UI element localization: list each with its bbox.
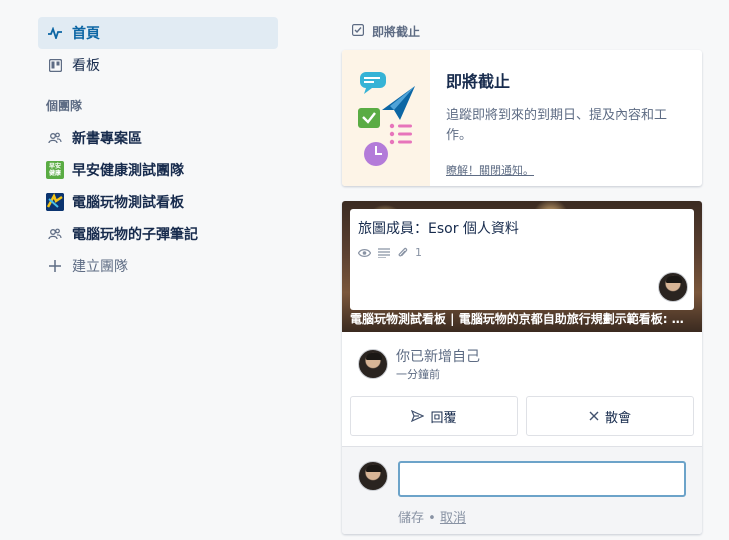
team-label: 新書專案區 [72, 131, 142, 147]
send-icon [411, 410, 425, 422]
board-icon [47, 57, 63, 73]
eye-icon [358, 248, 371, 258]
upcoming-illustration [342, 50, 430, 186]
nav-boards[interactable]: 看板 [38, 49, 278, 81]
cancel-comment-button[interactable]: 取消 [440, 511, 466, 526]
team-label: 早安健康測試團隊 [72, 163, 184, 179]
teams-section-title: 個團隊 [46, 99, 83, 113]
create-team-button[interactable]: 建立團隊 [38, 250, 278, 282]
board-path-link[interactable]: 電腦玩物測試看板 | 電腦玩物的京都自助旅行規劃示範看板: 旅... [350, 310, 694, 327]
avatar[interactable] [658, 272, 688, 302]
activity-time: 一分鐘前 [396, 368, 440, 381]
pc-logo-icon [46, 193, 64, 211]
team-item-new-book[interactable]: 新書專案區 [38, 122, 278, 154]
team-item-bullet-journal[interactable]: 電腦玩物的子彈筆記 [38, 218, 278, 250]
separator: • [428, 511, 436, 526]
upcoming-card: 即將截止 追蹤即將到來的到期日、提及內容和工作。 瞭解！關閉通知。 [342, 50, 702, 186]
nav-home[interactable]: 首頁 [38, 17, 278, 49]
nav-home-label: 首頁 [72, 26, 100, 42]
nav-boards-label: 看板 [72, 58, 100, 74]
health-logo-icon: 早安 健康 [46, 161, 64, 179]
team-item-pc-test[interactable]: 電腦玩物測試看板 [38, 186, 278, 218]
sidebar: 首頁 看板 個團隊 新書專案區 早安 健康 早安健康測試團隊 電腦玩物測試看板 電… [38, 17, 278, 282]
avatar[interactable] [358, 461, 388, 491]
avatar[interactable] [358, 349, 388, 379]
create-team-label: 建立團隊 [72, 259, 128, 275]
activity-card: 旅圖成員：Esor 個人資料 1 電腦玩物測試看板 | 電腦玩物的京都自助旅行規… [342, 201, 702, 534]
home-feed: 即將截止 即將截止 追蹤即將到來的到期日、提及內容和工作。 瞭解！關閉通知。 旅… [342, 17, 702, 534]
activity-text: 你已新增自己 [396, 349, 480, 365]
upcoming-section-header: 即將截止 [352, 17, 702, 45]
save-comment-button[interactable]: 儲存 [398, 511, 424, 526]
mini-card-title: 旅圖成員：Esor 個人資料 [358, 221, 519, 237]
dismiss-label: 散會 [604, 410, 631, 426]
upcoming-title: 即將截止 [446, 72, 511, 91]
plus-icon [46, 257, 64, 275]
comment-input[interactable] [398, 461, 686, 497]
team-label: 電腦玩物測試看板 [72, 195, 184, 211]
description-icon [378, 247, 390, 258]
board-cover-image[interactable]: 旅圖成員：Esor 個人資料 1 電腦玩物測試看板 | 電腦玩物的京都自助旅行規… [342, 201, 702, 332]
upcoming-section-label: 即將截止 [372, 24, 421, 39]
activity-icon [47, 25, 63, 41]
reply-button[interactable]: 回覆 [350, 396, 518, 436]
team-label: 電腦玩物的子彈筆記 [72, 227, 198, 243]
card-badges: 1 [358, 246, 686, 259]
close-icon [589, 411, 599, 421]
mini-card[interactable]: 旅圖成員：Esor 個人資料 1 [350, 209, 694, 310]
team-people-icon [46, 129, 64, 147]
team-item-health[interactable]: 早安 健康 早安健康測試團隊 [38, 154, 278, 186]
team-people-icon [46, 225, 64, 243]
upcoming-description: 追蹤即將到來的到期日、提及內容和工作。 [446, 108, 668, 143]
dismiss-notice-link[interactable]: 瞭解！關閉通知。 [446, 162, 686, 178]
checkbox-icon [352, 23, 365, 39]
attachment-count: 1 [415, 246, 422, 259]
activity-entry: 你已新增自己 一分鐘前 [358, 344, 694, 384]
dismiss-button[interactable]: 散會 [526, 396, 694, 436]
comment-composer: 儲存 • 取消 [342, 447, 702, 534]
attachment-icon [397, 247, 408, 259]
reply-label: 回覆 [430, 410, 457, 426]
